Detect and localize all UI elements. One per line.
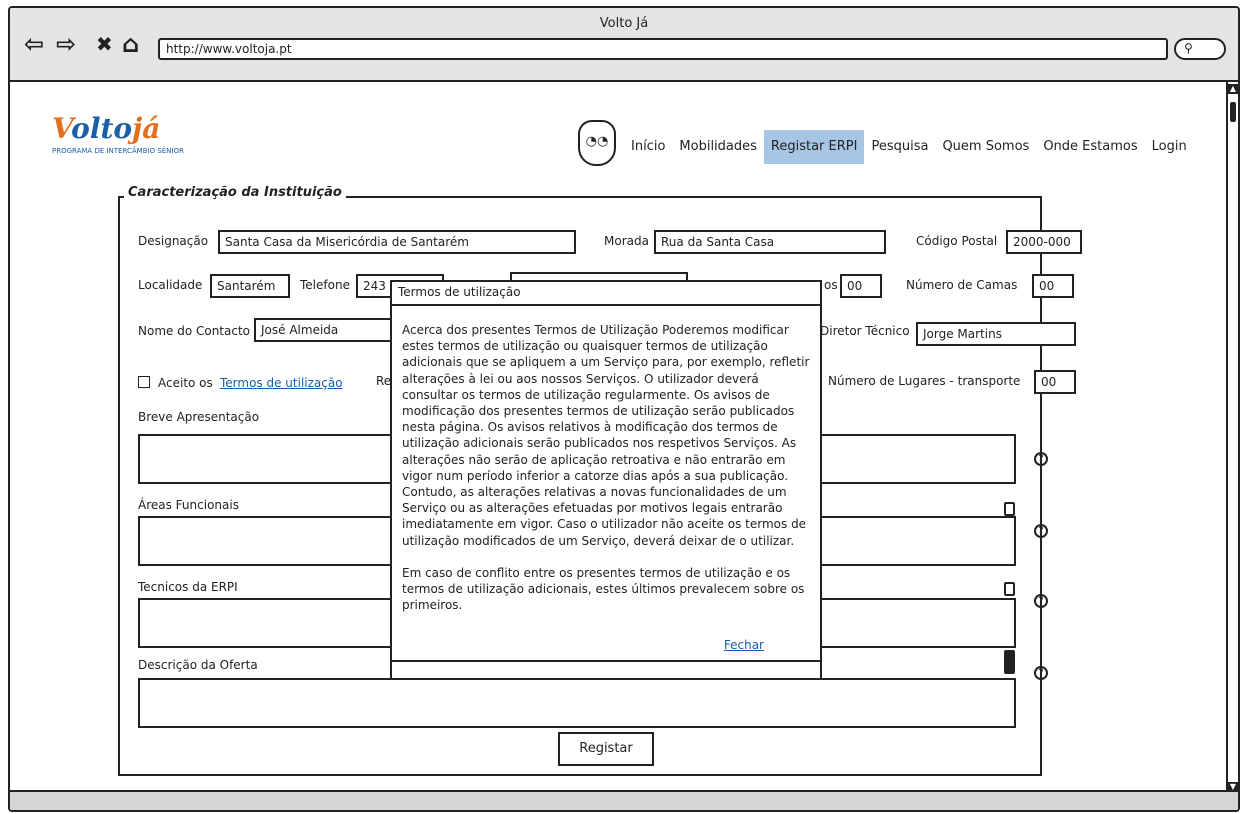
nav-onde-estamos[interactable]: Onde Estamos [1036, 130, 1144, 164]
lugares-field[interactable]: 00 [1034, 370, 1076, 394]
close-modal-link[interactable]: Fechar [724, 638, 764, 652]
diretor-field[interactable]: Jorge Martins [916, 322, 1076, 346]
diretor-label: Diretor Técnico [820, 324, 910, 338]
scroll-icon[interactable] [1004, 582, 1015, 596]
tecnicos-label: Tecnicos da ERPI [138, 580, 238, 594]
modal-paragraph-1: Acerca dos presentes Termos de Utilizaçã… [402, 323, 810, 548]
modal-paragraph-2: Em caso de conflito entre os presentes t… [402, 565, 805, 613]
quartos-label: os [824, 278, 838, 292]
modal-footer [392, 660, 820, 678]
contacto-field[interactable]: José Almeida [254, 318, 394, 342]
localidade-label: Localidade [138, 278, 203, 292]
form-legend: Caracterização da Instituição [124, 185, 346, 200]
nav-pesquisa[interactable]: Pesquisa [864, 130, 935, 164]
oferta-textarea[interactable] [138, 678, 1016, 728]
aceito-checkbox[interactable] [138, 376, 150, 388]
modal-title: Termos de utilização [392, 282, 820, 306]
browser-toolbar: Volto Já ⇦ ⇨ ✖ ⌂ http://www.voltoja.pt ⚲ [10, 8, 1238, 82]
vertical-scrollbar[interactable]: ▲ ▼ [1226, 82, 1238, 794]
help-icon[interactable]: ? [1034, 666, 1048, 680]
oferta-label: Descrição da Oferta [138, 658, 258, 672]
logo-subtitle: PROGRAMA DE INTERCÂMBIO SÉNIOR [52, 147, 184, 155]
scroll-up-arrow[interactable]: ▲ [1228, 84, 1238, 94]
close-icon[interactable]: ✖ [96, 32, 113, 56]
camas-field[interactable]: 00 [1032, 274, 1074, 298]
apresentacao-label: Breve Apresentação [138, 410, 260, 424]
help-icon[interactable]: ? [1034, 524, 1048, 538]
telefone-label: Telefone [300, 278, 350, 292]
status-bar [10, 790, 1238, 810]
registar-button[interactable]: Registar [558, 732, 654, 766]
terms-modal: Termos de utilização Acerca dos presente… [390, 280, 822, 680]
scroll-icon[interactable] [1004, 650, 1015, 674]
help-icon[interactable]: ? [1034, 452, 1048, 466]
window-title: Volto Já [599, 16, 649, 31]
localidade-field[interactable]: Santarém [210, 274, 290, 298]
modal-body: Acerca dos presentes Termos de Utilizaçã… [402, 322, 816, 629]
main-nav: Início Mobilidades Registar ERPI Pesquis… [624, 130, 1194, 164]
help-icon[interactable]: ? [1034, 594, 1048, 608]
designacao-field[interactable]: Santa Casa da Misericórdia de Santarém [218, 230, 576, 254]
aceito-label: Aceito os [158, 376, 213, 390]
home-icon[interactable]: ⌂ [122, 32, 139, 56]
nav-inicio[interactable]: Início [624, 130, 672, 164]
nav-login[interactable]: Login [1145, 130, 1194, 164]
scroll-thumb[interactable] [1230, 102, 1236, 122]
url-input[interactable]: http://www.voltoja.pt [158, 38, 1168, 60]
scroll-icon[interactable] [1004, 502, 1015, 516]
codigo-postal-label: Código Postal [916, 234, 998, 248]
codigo-postal-field[interactable]: 2000-000 [1006, 230, 1082, 254]
logo-wordmark: Voltojá [52, 112, 161, 145]
mask-icon: ◔◔ [578, 120, 616, 166]
quartos-field[interactable]: 00 [840, 274, 882, 298]
nav-mobilidades[interactable]: Mobilidades [672, 130, 764, 164]
morada-label: Morada [604, 234, 649, 248]
nav-registar-erpi[interactable]: Registar ERPI [763, 130, 865, 164]
re-label: Re [376, 374, 392, 388]
termos-link[interactable]: Termos de utilização [220, 376, 343, 390]
forward-icon[interactable]: ⇨ [56, 32, 76, 56]
logo[interactable]: Voltojá PROGRAMA DE INTERCÂMBIO SÉNIOR [52, 112, 184, 155]
camas-label: Número de Camas [906, 278, 1018, 292]
nav-quem-somos[interactable]: Quem Somos [935, 130, 1036, 164]
lugares-label: Número de Lugares - transporte [828, 374, 1021, 388]
back-icon[interactable]: ⇦ [24, 32, 44, 56]
search-icon[interactable]: ⚲ [1174, 38, 1226, 60]
areas-label: Áreas Funcionais [138, 498, 239, 512]
contacto-label: Nome do Contacto [138, 324, 251, 338]
designacao-label: Designação [138, 234, 209, 248]
morada-field[interactable]: Rua da Santa Casa [654, 230, 886, 254]
